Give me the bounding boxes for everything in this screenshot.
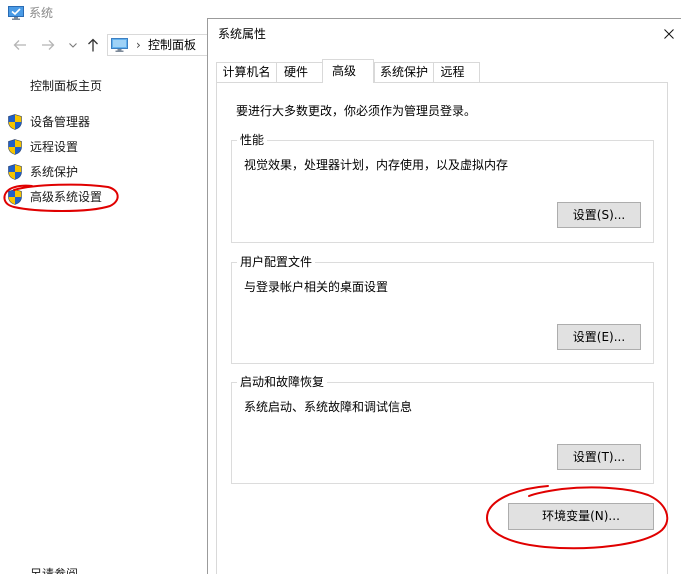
admin-note: 要进行大多数更改，你必须作为管理员登录。 (236, 104, 477, 118)
group-title: 用户配置文件 (237, 254, 316, 270)
forward-button[interactable] (37, 35, 59, 55)
sidebar-item-label: 设备管理器 (30, 115, 91, 129)
arrow-right-icon (42, 40, 55, 50)
up-button[interactable] (84, 35, 102, 55)
uac-shield-icon (8, 189, 22, 205)
group-description: 系统启动、系统故障和调试信息 (244, 400, 413, 414)
group-performance: 性能 视觉效果，处理器计划，内存使用，以及虚拟内存 设置(S)... (231, 132, 654, 243)
control-panel-home-link[interactable]: 控制面板主页 (30, 78, 102, 94)
startup-recovery-settings-button[interactable]: 设置(T)... (557, 444, 641, 470)
group-description: 视觉效果，处理器计划，内存使用，以及虚拟内存 (244, 158, 509, 172)
tab-computer-name[interactable]: 计算机名 (216, 62, 277, 82)
arrow-left-icon (13, 40, 26, 50)
see-also-heading: 另请参阅 (30, 567, 79, 574)
uac-shield-icon (8, 164, 22, 180)
system-properties-dialog: 系统属性 计算机名 硬件 高级 系统保护 远程 要进行大多数更改，你必须作为管理… (207, 18, 681, 574)
uac-shield-icon (8, 114, 22, 130)
tab-system-protection[interactable]: 系统保护 (374, 62, 434, 82)
chevron-down-icon (69, 42, 77, 48)
sidebar-item-system-protection[interactable]: 系统保护 (6, 162, 130, 182)
window-title: 系统 (29, 6, 54, 20)
uac-shield-icon (8, 139, 22, 155)
breadcrumb-separator: › (136, 38, 141, 52)
sidebar-item-label: 高级系统设置 (30, 190, 103, 204)
performance-settings-button[interactable]: 设置(S)... (557, 202, 641, 228)
sidebar-item-advanced-system-settings[interactable]: 高级系统设置 (6, 187, 130, 207)
group-startup-recovery: 启动和故障恢复 系统启动、系统故障和调试信息 设置(T)... (231, 374, 654, 484)
group-title: 性能 (237, 132, 268, 148)
sidebar-item-device-manager[interactable]: 设备管理器 (6, 112, 130, 132)
tab-remote[interactable]: 远程 (433, 62, 480, 82)
close-icon (664, 29, 674, 39)
back-button[interactable] (9, 35, 31, 55)
tab-hardware[interactable]: 硬件 (276, 62, 324, 82)
close-button[interactable] (648, 19, 681, 50)
group-title: 启动和故障恢复 (237, 374, 328, 390)
arrow-up-icon (88, 38, 98, 52)
sidebar-item-label: 系统保护 (30, 165, 79, 179)
user-profiles-settings-button[interactable]: 设置(E)... (557, 324, 641, 350)
address-bar[interactable]: › 控制面板 (107, 34, 217, 56)
system-monitor-icon (8, 6, 24, 20)
group-user-profiles: 用户配置文件 与登录帐户相关的桌面设置 设置(E)... (231, 254, 654, 364)
recent-locations-button[interactable] (66, 35, 80, 55)
tab-advanced[interactable]: 高级 (322, 59, 374, 83)
sidebar-item-remote-settings[interactable]: 远程设置 (6, 137, 130, 157)
tab-page-advanced: 要进行大多数更改，你必须作为管理员登录。 性能 视觉效果，处理器计划，内存使用，… (216, 82, 668, 574)
dialog-title: 系统属性 (218, 27, 267, 41)
breadcrumb-control-panel[interactable]: 控制面板 (148, 37, 196, 53)
group-description: 与登录帐户相关的桌面设置 (244, 280, 389, 294)
environment-variables-button[interactable]: 环境变量(N)... (508, 503, 654, 530)
sidebar-item-label: 远程设置 (30, 140, 79, 154)
computer-icon (111, 38, 128, 52)
